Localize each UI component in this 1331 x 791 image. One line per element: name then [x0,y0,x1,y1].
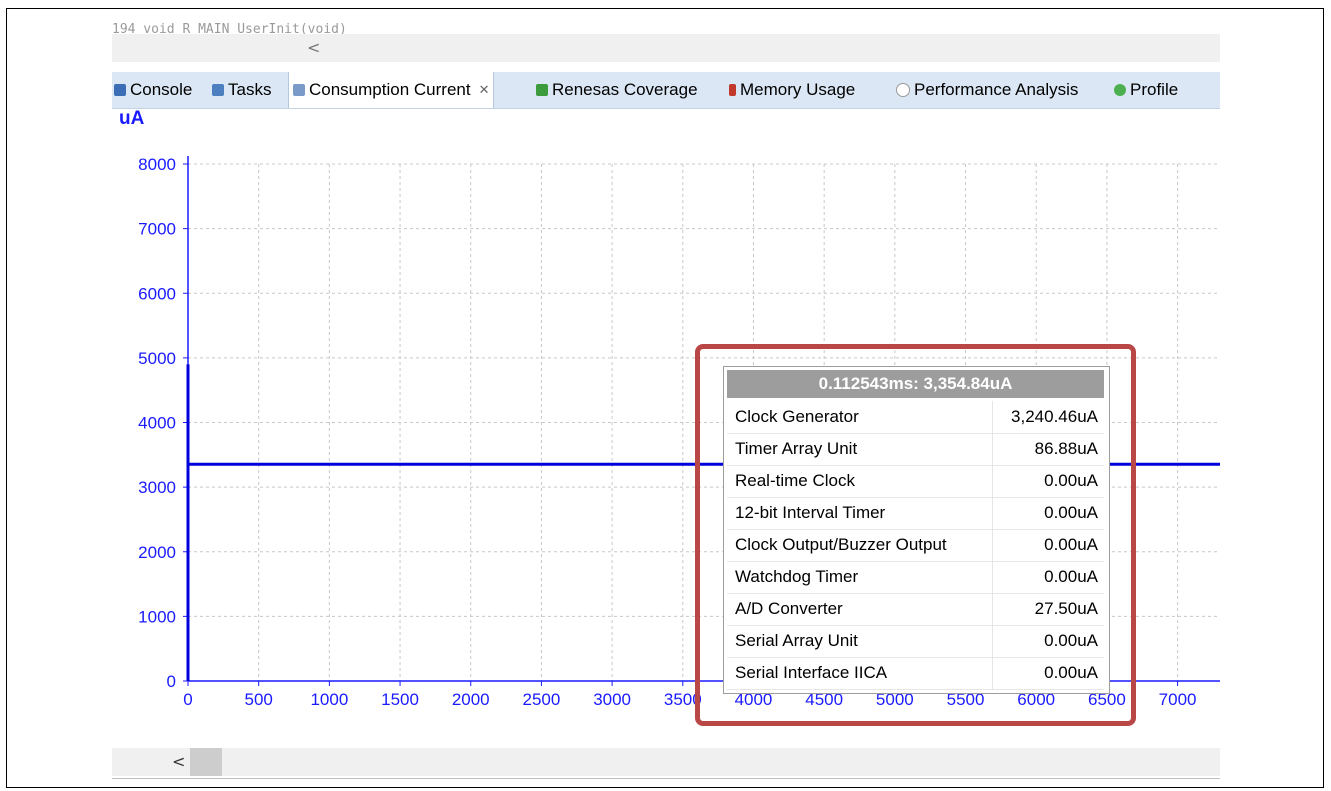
y-tick-label: 3000 [138,478,176,497]
y-tick-label: 4000 [138,414,176,433]
x-tick-label: 1500 [381,690,419,709]
x-tick-label: 500 [244,690,272,709]
y-tick-label: 8000 [138,155,176,174]
x-tick-label: 2500 [523,690,561,709]
scrollbar-thumb[interactable] [190,748,222,776]
y-tick-label: 7000 [138,220,176,239]
y-tick-label: 0 [167,672,176,691]
annotation-highlight-box [695,344,1136,726]
chart-horizontal-scrollbar[interactable]: < [112,748,1220,776]
x-tick-label: 0 [183,690,192,709]
scroll-left-icon[interactable]: < [172,752,185,771]
y-tick-label: 2000 [138,543,176,562]
divider [112,778,1220,779]
x-tick-label: 3000 [593,690,631,709]
y-tick-labels: 0 1000 2000 3000 4000 5000 6000 7000 8000 [138,155,176,691]
y-tick-label: 5000 [138,349,176,368]
y-tick-label: 6000 [138,284,176,303]
y-axis-label: uA [119,108,145,129]
x-tick-label: 7000 [1159,690,1197,709]
x-tick-label: 2000 [452,690,490,709]
x-tick-label: 1000 [310,690,348,709]
y-tick-label: 1000 [138,607,176,626]
